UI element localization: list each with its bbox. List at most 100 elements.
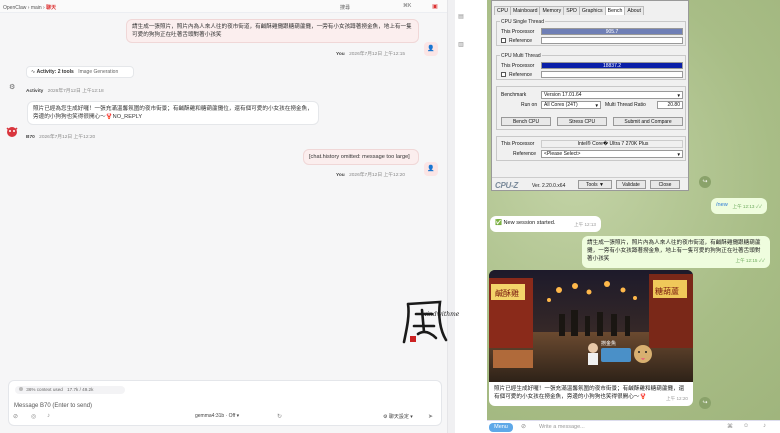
validate-button[interactable]: Validate xyxy=(616,180,646,189)
breadcrumb-separator: › xyxy=(27,5,30,11)
chat-settings-button[interactable]: ⚙ 聊天設定 ▾ xyxy=(383,413,413,420)
ratio-label: Multi Thread Ratio xyxy=(605,102,646,108)
breadcrumb-session[interactable]: main xyxy=(31,5,42,11)
bench-cpu-button[interactable]: Bench CPU xyxy=(501,117,551,126)
activity-label: Activity xyxy=(26,89,44,94)
this-processor-label: This Processor xyxy=(501,63,535,69)
search-button[interactable]: 搜尋 xyxy=(340,4,350,11)
composer-toolbar: ⊘ ◎ ♪ gemma4:31b · Off ▾ ↻ ⚙ 聊天設定 ▾ ➤ xyxy=(9,413,441,423)
message-author: You xyxy=(336,52,345,57)
reference-label: Reference xyxy=(509,38,533,44)
voice-icon[interactable]: ◎ xyxy=(31,413,36,420)
message-input[interactable]: Write a message... xyxy=(539,424,585,430)
chevron-down-icon: ▼ xyxy=(594,103,599,108)
this-processor-label: This Processor xyxy=(501,29,535,35)
menu-button[interactable]: Menu xyxy=(489,423,513,432)
bot-commands-icon[interactable]: ⌘ xyxy=(727,423,733,430)
night-market-photo[interactable]: 鹹酥雞 糖葫蘆 撈金魚 xyxy=(489,270,693,382)
activity-subtitle: Image Generation xyxy=(78,69,119,75)
document-icon[interactable]: ▥ xyxy=(457,41,465,49)
group-title: CPU Multi Thread xyxy=(500,53,542,59)
processor-label: This Processor xyxy=(501,141,535,147)
chevron-down-icon: ▼ xyxy=(676,93,681,98)
activity-meta: Activity 2026年7月12日 上午12:18 xyxy=(26,87,104,94)
telegram-input-bar: Menu ⊘ Write a message... ⌘ ☺ ♪ xyxy=(487,420,780,433)
message-time: 上午 12:15 ✓✓ xyxy=(735,258,765,263)
attach-icon[interactable]: ⊘ xyxy=(13,413,18,420)
context-text: 36% context used xyxy=(26,387,63,392)
tab-memory[interactable]: Memory xyxy=(539,6,565,15)
tab-spd[interactable]: SPD xyxy=(563,6,580,15)
tab-about[interactable]: About xyxy=(624,6,644,15)
context-dot-icon xyxy=(19,387,23,391)
message-time: 2026年7月12日 上午12:20 xyxy=(349,173,406,178)
stress-cpu-button[interactable]: Stress CPU xyxy=(557,117,607,126)
forward-icon[interactable]: ↪ xyxy=(699,176,711,188)
tab-cpu[interactable]: CPU xyxy=(494,6,511,15)
panel-icon[interactable]: ▤ xyxy=(457,13,465,21)
submit-compare-button[interactable]: Submit and Compare xyxy=(613,117,683,126)
single-thread-group: CPU Single Thread This Processor 905.7 R… xyxy=(496,19,686,46)
refresh-icon[interactable]: ↻ xyxy=(277,413,282,420)
breadcrumb-channel[interactable]: 聊天 xyxy=(46,5,56,11)
breadcrumb-app[interactable]: OpenClaw xyxy=(3,5,26,11)
outgoing-message: 請生成一張照片，照片內為人來人往的夜市街道，有鹹酥雞攤跟糖葫蘆攤，一旁有小女孩蹲… xyxy=(582,236,770,268)
runon-select[interactable]: All Cores (24T) ▼ xyxy=(541,101,601,109)
user-avatar-icon: 👤 xyxy=(424,162,438,176)
message-time: 上午 12:13 ✓✓ xyxy=(732,204,762,209)
reference-select[interactable]: <Please Select> ▼ xyxy=(541,150,683,158)
bot-message: 照片已經為您生成好囉！一張充滿溫馨氛圍的夜市街景；有鹹酥雞和糖葫蘆攤位，還有個可… xyxy=(27,101,319,125)
forward-icon[interactable]: ↪ xyxy=(699,397,711,409)
mic-icon[interactable]: ♪ xyxy=(763,423,766,429)
breadcrumb-separator: › xyxy=(43,5,45,11)
multi-thread-score: 18837.2 xyxy=(602,63,622,69)
mic-icon[interactable]: ♪ xyxy=(47,413,50,419)
attach-icon[interactable]: ⊘ xyxy=(521,423,526,430)
close-button[interactable]: Close xyxy=(650,180,680,189)
single-reference-bar xyxy=(541,37,683,44)
chat-settings-label: 聊天設定 xyxy=(388,414,409,420)
group-title: CPU Single Thread xyxy=(500,19,545,25)
benchmark-select[interactable]: Version 17.01.64 ▼ xyxy=(541,91,683,99)
tools-label: Tools xyxy=(585,182,598,188)
message-meta: B70 2026年7月12日 上午12:20 xyxy=(26,133,95,140)
reference-value: <Please Select> xyxy=(544,151,581,157)
message-text: 照片已經生成好囉！一張充滿溫馨氛圍的夜市街景；有鹹酥雞和糖葫蘆攤，還有個可愛的小… xyxy=(494,386,685,400)
right-rail: ▤ ▥ xyxy=(455,13,467,433)
message-time: 2026年7月12日 上午12:15 xyxy=(349,52,406,57)
processor-group: This Processor Intel® Core� Ultra 7 270K… xyxy=(496,136,686,161)
message-input[interactable]: Message B70 (Enter to send) xyxy=(14,403,92,409)
tab-bench[interactable]: Bench xyxy=(604,6,626,15)
runon-value: All Cores (24T) xyxy=(544,102,578,108)
activity-title: Activity: 2 tools xyxy=(36,69,74,75)
record-icon[interactable]: ▣ xyxy=(431,3,439,11)
cpuz-logo: CPU-Z xyxy=(495,181,518,190)
screen: OpenClaw › main › 聊天 搜尋 ⌘K ▣ ⚙ 請生成一張照片，照… xyxy=(0,0,780,433)
pane-divider[interactable] xyxy=(447,0,455,433)
photo-sign-text: 鹹酥雞 xyxy=(495,288,519,298)
tools-button[interactable]: Tools ▼ xyxy=(578,180,612,189)
tab-graphics[interactable]: Graphics xyxy=(578,6,606,15)
model-select[interactable]: gemma4:31b · Off ▾ xyxy=(195,413,239,419)
breadcrumb: OpenClaw › main › 聊天 xyxy=(3,4,56,11)
multi-thread-bar: 18837.2 xyxy=(541,62,683,69)
activity-card[interactable]: ∿ Activity: 2 tools Image Generation xyxy=(26,66,134,78)
emoji-icon[interactable]: ☺ xyxy=(743,423,749,429)
reference-checkbox[interactable] xyxy=(501,72,506,77)
single-thread-score: 905.7 xyxy=(605,29,619,35)
model-label: gemma4:31b · Off xyxy=(195,413,236,419)
gear-icon: ⚙ xyxy=(9,84,16,91)
message-time: 上午 12:13 xyxy=(574,222,596,227)
activity-time: 2026年7月12日 上午12:18 xyxy=(47,89,104,94)
tab-bar: CPU Mainboard Memory SPD Graphics Bench About xyxy=(494,6,644,16)
command-link[interactable]: /new xyxy=(716,202,728,208)
photo-sign-text: 糖葫蘆 xyxy=(655,286,679,296)
send-icon[interactable]: ➤ xyxy=(428,413,433,420)
search-shortcut: ⌘K xyxy=(403,3,412,9)
tab-mainboard[interactable]: Mainboard xyxy=(509,6,541,15)
reference-checkbox[interactable] xyxy=(501,38,506,43)
outgoing-message: /new 上午 12:13 ✓✓ xyxy=(711,198,767,214)
context-usage: 36% context used 17.7k / 49.2k xyxy=(15,386,125,394)
activity-icon: ∿ xyxy=(31,69,36,75)
top-bar: OpenClaw › main › 聊天 搜尋 ⌘K ▣ ⚙ xyxy=(0,0,453,13)
